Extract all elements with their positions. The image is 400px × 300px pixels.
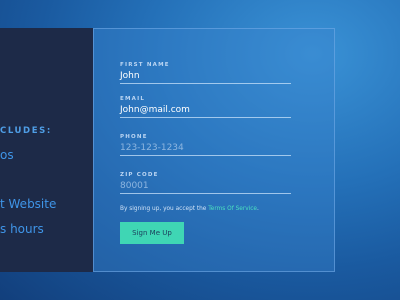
plan-info-panel: CLUDES: os t Website s hours	[0, 28, 93, 272]
phone-underline	[120, 155, 291, 156]
zip-code-underline	[120, 193, 291, 194]
email-label: EMAIL	[120, 96, 146, 102]
feature-item: os	[0, 148, 14, 162]
feature-item: t Website	[0, 197, 57, 211]
signup-form: FIRST NAME John EMAIL John@mail.com PHON…	[93, 28, 335, 272]
email-input[interactable]: John@mail.com	[120, 104, 291, 116]
terms-notice: By signing up, you accept the Terms Of S…	[120, 206, 259, 212]
email-underline	[120, 117, 291, 118]
zip-code-field[interactable]: ZIP CODE 80001	[120, 172, 291, 194]
sign-me-up-button[interactable]: Sign Me Up	[120, 222, 184, 244]
phone-label: PHONE	[120, 134, 148, 140]
terms-of-service-link[interactable]: Terms Of Service	[208, 206, 257, 212]
email-field[interactable]: EMAIL John@mail.com	[120, 96, 291, 118]
zip-code-label: ZIP CODE	[120, 172, 159, 178]
first-name-field[interactable]: FIRST NAME John	[120, 62, 291, 84]
phone-field[interactable]: PHONE 123-123-1234	[120, 134, 291, 156]
zip-code-input[interactable]: 80001	[120, 180, 291, 192]
first-name-input[interactable]: John	[120, 70, 291, 82]
phone-input[interactable]: 123-123-1234	[120, 142, 291, 154]
terms-prefix: By signing up, you accept the	[120, 206, 209, 212]
includes-heading: CLUDES:	[0, 126, 52, 136]
first-name-label: FIRST NAME	[120, 62, 170, 68]
terms-suffix: .	[257, 206, 259, 212]
feature-item: s hours	[0, 222, 44, 236]
first-name-underline	[120, 83, 291, 84]
